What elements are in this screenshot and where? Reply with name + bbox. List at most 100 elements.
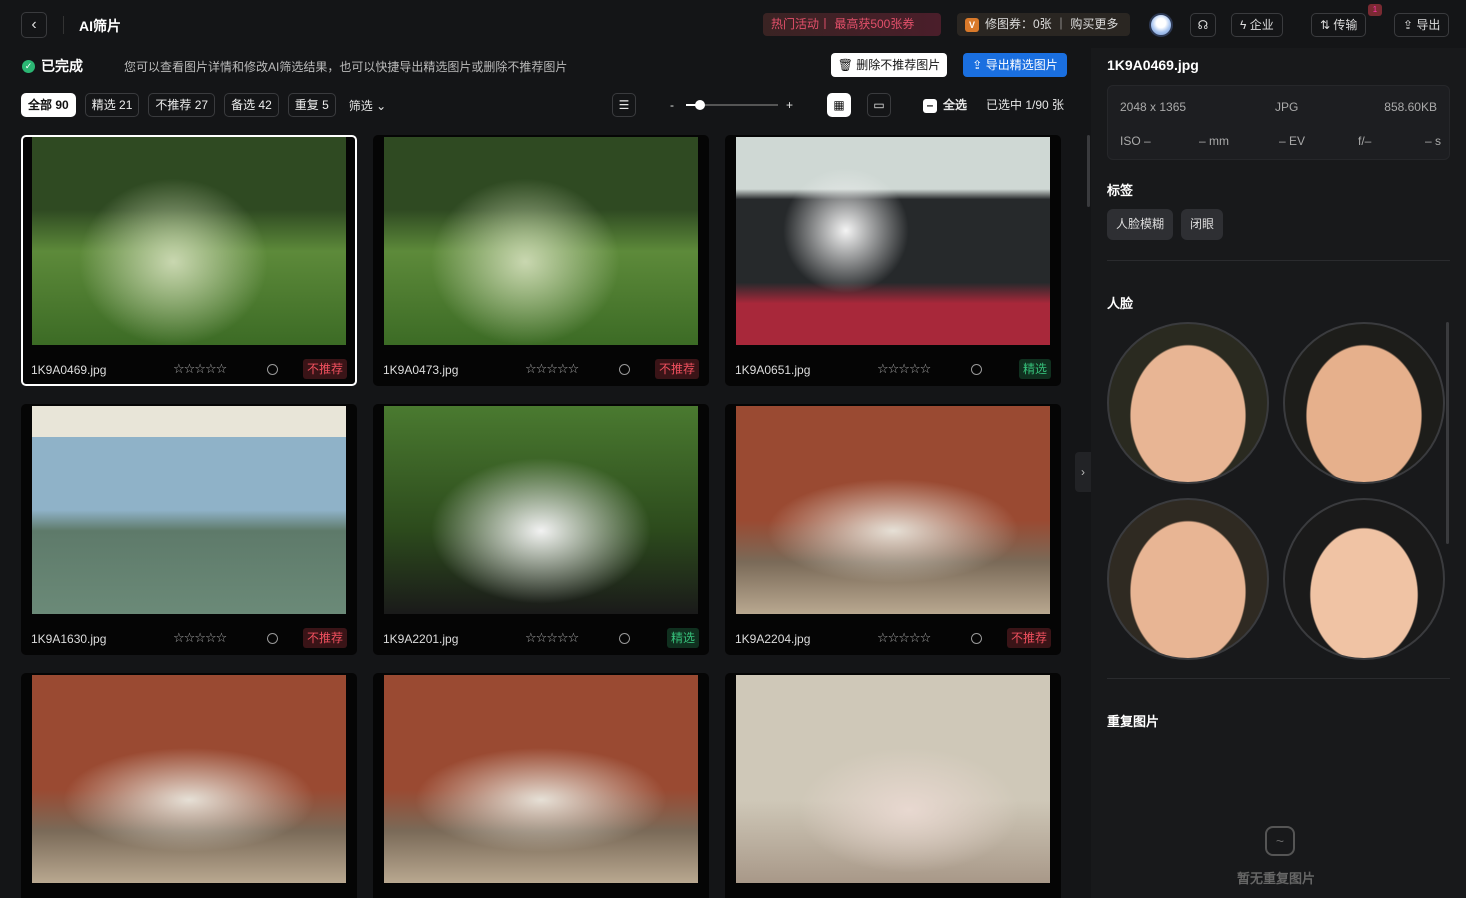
photo-thumbnail[interactable] — [384, 675, 698, 883]
star-rating[interactable]: ☆☆☆☆☆ — [877, 630, 931, 646]
export-selected-label: 导出精选图片 — [985, 58, 1058, 72]
star-rating[interactable]: ☆☆☆☆☆ — [877, 361, 931, 377]
photo-card[interactable]: 1K9A0469.jpg ☆☆☆☆☆ 不推荐 — [21, 135, 357, 386]
ai-tag-badge[interactable]: 精选 — [666, 628, 699, 648]
exif-card: 2048 x 1365 JPG 858.60KB ISO – – mm – EV… — [1107, 85, 1450, 160]
export-button[interactable]: ⇪ 导出 — [1394, 13, 1450, 37]
filter-picked[interactable]: 精选 21 — [84, 93, 140, 117]
enterprise-icon: ϟ — [1240, 18, 1250, 32]
filter-not-recommended[interactable]: 不推荐 27 — [148, 93, 216, 117]
face-thumbnail[interactable] — [1283, 498, 1445, 660]
resolution: 2048 x 1365 — [1120, 100, 1187, 114]
avatar[interactable] — [1149, 13, 1173, 37]
select-radio[interactable] — [267, 364, 278, 375]
headset-icon: ☊ — [1197, 18, 1209, 32]
delete-not-recommended-button[interactable]: 🗑 删除不推荐图片 — [831, 53, 947, 77]
star-rating[interactable]: ☆☆☆☆☆ — [173, 361, 227, 377]
page-title: AI筛片 — [79, 18, 121, 34]
select-radio[interactable] — [619, 364, 630, 375]
photo-card[interactable]: 1K9A2201.jpg ☆☆☆☆☆ 精选 — [373, 404, 709, 655]
coupon-button[interactable]: V 修图券：0张 ｜ 购买更多 — [957, 13, 1130, 36]
divider — [1107, 260, 1450, 261]
minus-checkbox-icon: – — [923, 99, 937, 113]
select-all-checkbox[interactable]: – 全选 — [923, 93, 967, 117]
star-rating[interactable]: ☆☆☆☆☆ — [173, 630, 227, 646]
photo-card[interactable]: 1K9A0473.jpg ☆☆☆☆☆ 不推荐 — [373, 135, 709, 386]
filter-duplicate[interactable]: 重复 5 — [287, 93, 336, 117]
ai-tag-badge[interactable]: 不推荐 — [654, 359, 699, 379]
photo-thumbnail[interactable] — [32, 406, 346, 614]
face-thumbnail[interactable] — [1107, 498, 1269, 660]
ai-tag-badge[interactable]: 精选 — [1018, 359, 1051, 379]
grid-icon: ▦ — [833, 98, 845, 112]
status-label: 已完成 — [41, 58, 83, 74]
hint-text: 您可以查看图片详情和修改AI筛选结果，也可以快捷导出精选图片或删除不推荐图片 — [124, 60, 568, 74]
detail-panel: 1K9A0469.jpg 2048 x 1365 JPG 858.60KB IS… — [1091, 48, 1466, 898]
select-radio[interactable] — [971, 633, 982, 644]
photo-thumbnail[interactable] — [384, 406, 698, 614]
star-rating[interactable]: ☆☆☆☆☆ — [525, 630, 579, 646]
ai-tag-badge[interactable]: 不推荐 — [1006, 628, 1051, 648]
faces-heading: 人脸 — [1107, 296, 1134, 311]
filter-dropdown-label: 筛选 — [348, 98, 373, 113]
filter-dropdown[interactable]: 筛选 ⌄ — [349, 97, 386, 114]
single-view-button[interactable]: ▭ — [867, 93, 891, 117]
selected-count: 已选中 1/90 张 — [986, 98, 1065, 112]
photo-filename: 1K9A2201.jpg — [383, 632, 459, 646]
photo-card[interactable] — [373, 673, 709, 898]
back-button[interactable]: ‹ — [21, 12, 47, 38]
photo-thumbnail[interactable] — [736, 137, 1050, 345]
filter-alternate[interactable]: 备选 42 — [224, 93, 279, 117]
photo-thumbnail[interactable] — [736, 406, 1050, 614]
transfer-label: 传输 — [1333, 18, 1358, 32]
face-thumbnail[interactable] — [1107, 322, 1269, 484]
grid-view-button[interactable]: ▦ — [827, 93, 851, 117]
chevron-right-icon: › — [1081, 465, 1085, 479]
filter-all[interactable]: 全部 90 — [21, 93, 76, 117]
sort-button[interactable]: ☰ — [612, 93, 636, 117]
divider — [63, 16, 64, 34]
grid-scrollbar[interactable] — [1087, 135, 1090, 207]
transfer-button[interactable]: ⇅ 传输 — [1311, 13, 1367, 37]
zoom-out-button[interactable]: - — [670, 93, 674, 117]
format: JPG — [1275, 100, 1299, 114]
tags-heading: 标签 — [1107, 183, 1134, 198]
focal-length: – mm — [1199, 134, 1229, 148]
collapse-panel-button[interactable]: › — [1075, 452, 1091, 492]
select-radio[interactable] — [971, 364, 982, 375]
ai-tag-badge[interactable]: 不推荐 — [302, 628, 347, 648]
photo-card[interactable]: 1K9A0651.jpg ☆☆☆☆☆ 精选 — [725, 135, 1061, 386]
transfer-badge: 1 — [1368, 4, 1382, 16]
zoom-slider[interactable] — [686, 100, 778, 110]
photo-thumbnail[interactable] — [32, 137, 346, 345]
coupon-icon: V — [965, 18, 979, 32]
tag-eyes-closed[interactable]: 闭眼 — [1181, 209, 1224, 240]
select-radio[interactable] — [619, 633, 630, 644]
select-radio[interactable] — [267, 633, 278, 644]
zoom-slider-handle[interactable] — [694, 100, 705, 110]
photo-card[interactable]: 1K9A2204.jpg ☆☆☆☆☆ 不推荐 — [725, 404, 1061, 655]
star-rating[interactable]: ☆☆☆☆☆ — [525, 361, 579, 377]
photo-thumbnail[interactable] — [32, 675, 346, 883]
faces-scrollbar[interactable] — [1446, 322, 1449, 544]
export-selected-button[interactable]: ⇪ 导出精选图片 — [963, 53, 1067, 77]
ai-tag-badge[interactable]: 不推荐 — [302, 359, 347, 379]
export-label: 导出 — [1416, 18, 1441, 32]
tag-face-blur[interactable]: 人脸模糊 — [1107, 209, 1174, 240]
support-button[interactable]: ☊ — [1190, 13, 1216, 37]
photo-filename: 1K9A1630.jpg — [31, 632, 107, 646]
top-bar: ‹ AI筛片 热门活动丨 最高获500张券 V 修图券：0张 ｜ 购买更多 ☊ ϟ… — [0, 0, 1466, 48]
photo-thumbnail[interactable] — [736, 675, 1050, 883]
photo-card[interactable] — [725, 673, 1061, 898]
photo-card[interactable] — [21, 673, 357, 898]
shutter: – s — [1424, 134, 1441, 148]
promo-banner[interactable]: 热门活动丨 最高获500张券 — [763, 13, 941, 36]
select-all-label: 全选 — [943, 98, 968, 112]
zoom-in-button[interactable]: + — [786, 93, 793, 117]
sort-icon: ☰ — [618, 98, 630, 112]
photo-thumbnail[interactable] — [384, 137, 698, 345]
photo-card[interactable]: 1K9A1630.jpg ☆☆☆☆☆ 不推荐 — [21, 404, 357, 655]
face-thumbnail[interactable] — [1283, 322, 1445, 484]
enterprise-button[interactable]: ϟ 企业 — [1231, 13, 1283, 37]
status: ✓ 已完成 — [22, 56, 83, 76]
